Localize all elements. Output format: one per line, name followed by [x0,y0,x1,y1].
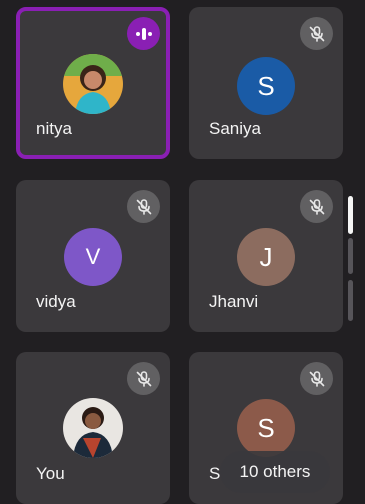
avatar-photo-you [63,398,123,458]
mic-off-icon [300,17,333,50]
participant-name: S [209,464,221,483]
avatar-photo-nitya [63,54,123,114]
participant-name: nitya [36,119,72,138]
mic-off-icon [127,362,160,395]
participant-tile-vidya[interactable]: V vidya [16,180,170,332]
scrollbar[interactable] [348,196,356,321]
avatar-s: S [237,399,295,457]
participant-tile-saniya[interactable]: S Saniya [189,7,343,159]
participant-name: vidya [36,292,76,311]
avatar-vidya: V [64,228,122,286]
mic-off-icon [300,190,333,223]
participant-tile-you[interactable]: You [16,352,170,504]
participant-name: Saniya [209,119,261,138]
participant-name: Jhanvi [209,292,259,311]
avatar-jhanvi: J [237,228,295,286]
participant-tile-jhanvi[interactable]: J Jhanvi [189,180,343,332]
scrollbar-track-segment [348,238,353,274]
scrollbar-track-segment [348,280,353,321]
mic-off-icon [127,190,160,223]
others-button[interactable]: 10 others [220,451,330,493]
mic-off-icon [300,362,333,395]
speaking-indicator-icon [127,17,160,50]
avatar-saniya: S [237,57,295,115]
participant-tile-nitya[interactable]: nitya [16,7,170,159]
participant-name: You [36,464,65,483]
scrollbar-thumb[interactable] [348,196,353,234]
